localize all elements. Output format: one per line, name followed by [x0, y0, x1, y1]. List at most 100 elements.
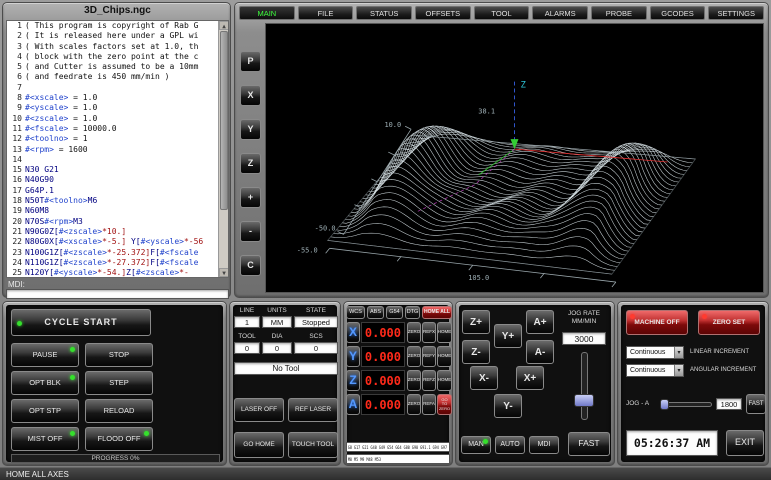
jog-y-plus-button[interactable]: Y+	[494, 324, 522, 348]
tab-probe[interactable]: PROBE	[591, 6, 647, 20]
tab-settings[interactable]: SETTINGS	[708, 6, 764, 20]
zero-x-button[interactable]: ZERO	[407, 322, 421, 343]
gcode-panel: 3D_Chips.ngc 1( This program is copyrigh…	[2, 2, 231, 298]
flood-button[interactable]: FLOOD OFF	[85, 427, 153, 451]
ref-y-button[interactable]: REFY	[422, 346, 436, 367]
g54-button[interactable]: G54	[386, 306, 403, 319]
exit-button[interactable]: EXIT	[726, 430, 764, 456]
axis-y-button[interactable]: Y	[346, 346, 360, 367]
opt-blk-led	[70, 375, 75, 380]
tab-tool[interactable]: TOOL	[474, 6, 530, 20]
view-button-clear[interactable]: C	[240, 255, 261, 276]
line-text: ( It is released here under a GPL wi	[25, 31, 228, 41]
home-y-button[interactable]: HOME	[437, 346, 452, 367]
jog-rate-value[interactable]: 3000	[562, 332, 606, 345]
stop-button[interactable]: STOP	[85, 343, 153, 367]
ref-a-button[interactable]: REFA	[422, 394, 436, 415]
mdi-mode-button[interactable]: MDI	[529, 436, 559, 454]
jog-a-value[interactable]: 1800	[716, 398, 742, 410]
jog-rate-slider-thumb[interactable]	[574, 394, 594, 407]
go-home-button[interactable]: GO HOME	[234, 432, 284, 458]
touch-tool-button[interactable]: TOUCH TOOL	[288, 432, 338, 458]
jog-rate-slider-track[interactable]	[581, 352, 588, 420]
gcode-line: 7	[7, 83, 228, 93]
tab-alarms[interactable]: ALARMS	[532, 6, 588, 20]
line-text: N40G90	[25, 175, 228, 185]
view-button-z[interactable]: Z	[240, 153, 261, 174]
ref-laser-button[interactable]: REF LASER	[288, 398, 338, 422]
view-button-zoom-out[interactable]: -	[240, 221, 261, 242]
backplot-viewport[interactable]: 10.0 -50.0 38.1 105.0 -55.0 Z	[265, 23, 764, 293]
zero-z-button[interactable]: ZERO	[407, 370, 421, 391]
angular-increment-value: Continuous	[630, 367, 665, 374]
auto-mode-button[interactable]: AUTO	[495, 436, 525, 454]
ref-z-button[interactable]: REFZ	[422, 370, 436, 391]
machine-off-label: MACHINE OFF	[634, 319, 679, 326]
jog-x-minus-button[interactable]: X-	[470, 366, 498, 390]
jog-a-minus-button[interactable]: A-	[526, 340, 554, 364]
jog-a-slider-thumb[interactable]	[660, 399, 669, 410]
active-gcodes-text: G8 G17 G21 G40 G49 G54 G64 G80 G90 G91.1…	[347, 445, 450, 450]
home-all-button[interactable]: HOME ALL	[422, 306, 452, 319]
mdi-input[interactable]	[6, 289, 229, 299]
view-button-x[interactable]: X	[240, 85, 261, 106]
scrollbar-thumb[interactable]	[220, 31, 228, 210]
line-number: 20	[7, 217, 25, 227]
man-mode-button[interactable]: MAN	[461, 436, 491, 454]
gcode-line: 6( and feedrate is 450 mm/min )	[7, 72, 228, 82]
wcs-button[interactable]: WCS	[346, 306, 365, 319]
units-header: UNITS	[262, 307, 292, 314]
jog-z-minus-button[interactable]: Z-	[462, 340, 490, 364]
laser-off-button[interactable]: LASER OFF	[234, 398, 284, 422]
jog-a-fast-button[interactable]: FAST	[746, 394, 766, 414]
machine-off-button[interactable]: MACHINE OFF	[626, 310, 688, 335]
tab-gcodes[interactable]: GCODES	[650, 6, 706, 20]
scroll-down-icon[interactable]: ▼	[219, 268, 229, 277]
view-button-y[interactable]: Y	[240, 119, 261, 140]
angular-increment-select[interactable]: Continuous ▾	[626, 364, 684, 377]
jog-a-plus-button[interactable]: A+	[526, 310, 554, 334]
line-text: ( With scales factors set at 1.0, th	[25, 42, 228, 52]
zero-set-button[interactable]: ZERO SET	[698, 310, 760, 335]
line-text: N80G0X[#<xscale>*-5.] Y[#<yscale>*-56	[25, 237, 228, 247]
line-number: 23	[7, 248, 25, 258]
view-button-zoom-in[interactable]: +	[240, 187, 261, 208]
go-to-zero-button[interactable]: GO TO ZERO	[437, 394, 452, 415]
mist-button[interactable]: MIST OFF	[11, 427, 79, 451]
linear-increment-select[interactable]: Continuous ▾	[626, 346, 684, 359]
pause-button[interactable]: PAUSE	[11, 343, 79, 367]
axis-z-button[interactable]: Z	[346, 370, 360, 391]
jog-y-minus-button[interactable]: Y-	[494, 394, 522, 418]
ref-x-button[interactable]: REFX	[422, 322, 436, 343]
cycle-start-button[interactable]: CYCLE START	[11, 309, 151, 336]
jog-x-plus-button[interactable]: X+	[516, 366, 544, 390]
scroll-up-icon[interactable]: ▲	[219, 21, 229, 30]
chevron-down-icon[interactable]: ▾	[674, 347, 683, 358]
optional-stop-button[interactable]: OPT STP	[11, 399, 79, 423]
mist-led	[70, 431, 75, 436]
dtg-button[interactable]: DTG	[405, 306, 420, 319]
z-axis-label: Z	[520, 81, 526, 91]
abs-button[interactable]: ABS	[367, 306, 384, 319]
tab-main[interactable]: MAIN	[239, 6, 295, 20]
axis-x-button[interactable]: X	[346, 322, 360, 343]
y-axis-line	[479, 149, 515, 175]
view-button-p[interactable]: P	[240, 51, 261, 72]
jog-z-plus-button[interactable]: Z+	[462, 310, 490, 334]
axis-a-button[interactable]: A	[346, 394, 360, 415]
line-number: 15	[7, 165, 25, 175]
step-button[interactable]: STEP	[85, 371, 153, 395]
tab-file[interactable]: FILE	[298, 6, 354, 20]
zero-a-button[interactable]: ZERO	[407, 394, 421, 415]
chevron-down-icon[interactable]: ▾	[674, 365, 683, 376]
gcode-viewer[interactable]: 1( This program is copyright of Rab G2( …	[6, 20, 229, 278]
reload-button[interactable]: RELOAD	[85, 399, 153, 423]
optional-block-button[interactable]: OPT BLK	[11, 371, 79, 395]
jog-fast-button[interactable]: FAST	[568, 432, 610, 456]
gcode-scrollbar[interactable]: ▲ ▼	[218, 21, 228, 277]
home-x-button[interactable]: HOME	[437, 322, 452, 343]
home-z-button[interactable]: HOME	[437, 370, 452, 391]
zero-y-button[interactable]: ZERO	[407, 346, 421, 367]
tab-status[interactable]: STATUS	[356, 6, 412, 20]
tab-offsets[interactable]: OFFSETS	[415, 6, 471, 20]
